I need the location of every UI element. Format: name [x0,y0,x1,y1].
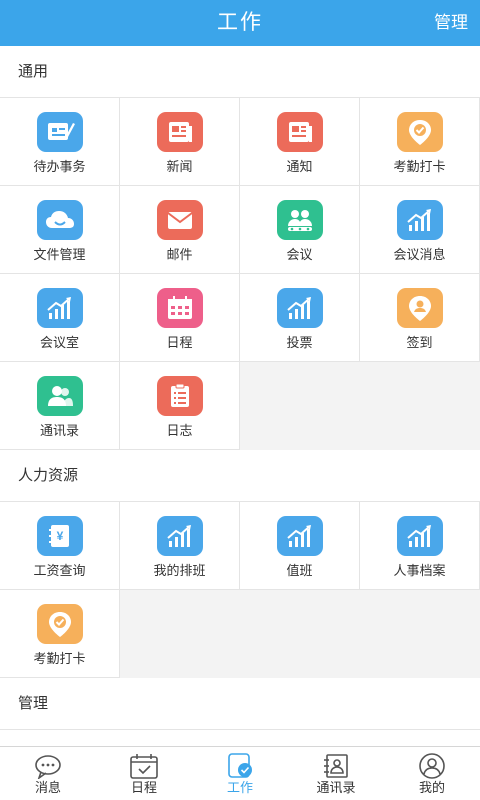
app-tile[interactable]: ¥ 工资查询 [0,502,120,590]
tab-chat[interactable]: 消息 [0,747,96,800]
chart-icon [277,516,323,556]
cloud-icon [37,200,83,240]
app-tile[interactable] [0,730,480,746]
section-header: 管理 [0,678,480,730]
app-tile-label: 会议消息 [393,247,446,262]
calendar-check-icon [129,753,159,779]
tab-label: 通讯录 [316,780,356,795]
tab-label: 消息 [34,780,61,795]
app-tile-label: 文件管理 [33,247,86,262]
app-tile-label: 考勤打卡 [33,651,86,666]
app-tile-label: 人事档案 [393,563,446,578]
location-check-icon [397,112,443,152]
address-book-icon [321,753,351,779]
people-icon [277,200,323,240]
page-title: 工作 [217,11,263,34]
app-tile[interactable]: 通讯录 [0,362,120,450]
chart-icon [37,288,83,328]
work-icon [225,753,255,779]
app-tile[interactable]: 考勤打卡 [0,590,120,678]
tab-user[interactable]: 我的 [384,747,480,800]
mail-icon [157,200,203,240]
user-icon [417,753,447,779]
app-tile-label: 会议 [286,247,313,262]
app-tile-label: 考勤打卡 [393,159,446,174]
app-tile-label: 工资查询 [33,563,86,578]
app-tile[interactable]: 签到 [360,274,480,362]
app-tile-label: 我的排班 [153,563,206,578]
app-tile-label: 邮件 [166,247,193,262]
app-tile[interactable]: 会议消息 [360,186,480,274]
app-tile-label: 通讯录 [39,423,79,438]
app-tile-label: 值班 [286,563,313,578]
svg-text:¥: ¥ [57,529,64,543]
app-header: 工作 管理 [0,0,480,46]
app-tile-label: 投票 [286,335,313,350]
tab-label: 我的 [418,780,445,795]
tab-label: 日程 [130,780,157,795]
app-grid: ¥ 工资查询 我的排班 值班 人事档案考勤打卡 [0,502,480,678]
clipboard-icon [157,376,203,416]
notice-icon [277,112,323,152]
bottom-tab-bar: 消息 日程 工作 通讯录 我的 [0,746,480,800]
chat-icon [33,753,63,781]
app-tile-label: 新闻 [166,159,193,174]
chart-icon [397,516,443,556]
app-grid: 待办事务 新闻 通知 考勤打卡文件管理 邮件 会议 会议消息会议室 日程 投票 签到通讯录 日志 [0,98,480,450]
app-tile[interactable]: 待办事务 [0,98,120,186]
chart-icon [277,288,323,328]
app-tile[interactable]: 新闻 [120,98,240,186]
work-content[interactable]: 通用 待办事务 新闻 通知 考勤打卡 文件管理 邮件 会议 会议消息 会议室 日程 投票 签到 通讯录 日志… [0,46,480,746]
section-header: 通用 [0,46,480,98]
calendar-icon [157,288,203,328]
app-tile[interactable]: 通知 [240,98,360,186]
app-tile-label: 待办事务 [33,159,86,174]
tab-work[interactable]: 工作 [192,747,288,800]
location-check-icon [37,604,83,644]
salary-icon: ¥ [37,516,83,556]
chart-icon [157,516,203,556]
manage-button[interactable]: 管理 [434,0,468,46]
contacts-icon [37,376,83,416]
section-header: 人力资源 [0,450,480,502]
app-tile[interactable]: 人事档案 [360,502,480,590]
app-tile-label: 日志 [166,423,193,438]
todo-icon [37,112,83,152]
app-tile-label: 通知 [286,159,313,174]
app-tile[interactable]: 值班 [240,502,360,590]
tab-calendar-check[interactable]: 日程 [96,747,192,800]
app-tile[interactable]: 邮件 [120,186,240,274]
app-tile[interactable]: 会议 [240,186,360,274]
app-tile-label: 签到 [406,335,433,350]
chart-icon [397,200,443,240]
tab-label: 工作 [226,780,253,795]
app-tile[interactable]: 会议室 [0,274,120,362]
app-tile-label: 日程 [166,335,193,350]
news-icon [157,112,203,152]
app-tile[interactable]: 考勤打卡 [360,98,480,186]
app-tile[interactable]: 我的排班 [120,502,240,590]
app-tile[interactable]: 日程 [120,274,240,362]
location-icon [397,288,443,328]
app-tile[interactable]: 投票 [240,274,360,362]
tab-address-book[interactable]: 通讯录 [288,747,384,800]
app-tile[interactable]: 文件管理 [0,186,120,274]
app-tile[interactable]: 日志 [120,362,240,450]
app-tile-label: 会议室 [39,335,79,350]
